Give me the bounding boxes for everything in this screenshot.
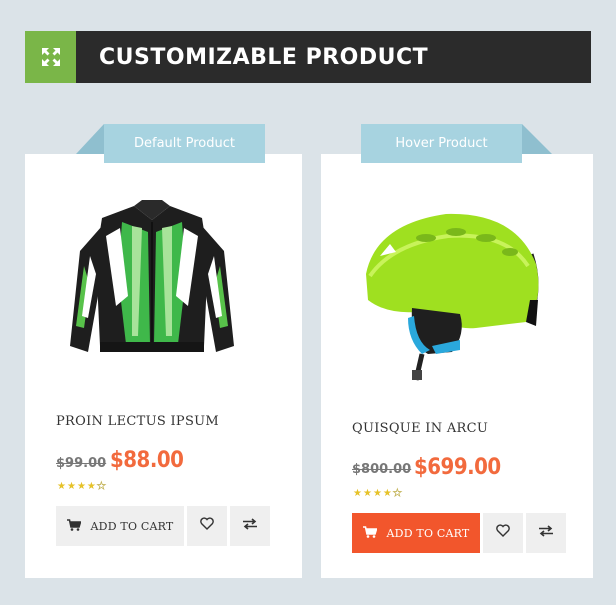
star-icon: ★ (57, 481, 66, 492)
star-empty-icon: ★ (392, 488, 402, 499)
ribbon-default-product: Default Product (104, 124, 265, 163)
rating-stars: ★ ★ ★ ★ ★ (57, 481, 106, 492)
star-icon: ★ (86, 481, 96, 492)
wishlist-button[interactable] (187, 506, 227, 546)
helmet-image[interactable] (356, 204, 552, 389)
jacket-image[interactable] (62, 196, 242, 371)
star-icon: ★ (362, 488, 372, 499)
star-icon: ★ (76, 481, 86, 492)
add-to-cart-button[interactable]: ADD TO CART (352, 513, 480, 553)
section-title: CUSTOMIZABLE PRODUCT (99, 44, 429, 70)
heart-icon (496, 524, 510, 542)
old-price: $99.00 (56, 456, 107, 471)
product-name[interactable]: PROIN LECTUS IPSUM (56, 414, 219, 429)
add-to-cart-button[interactable]: ADD TO CART (56, 506, 184, 546)
heart-icon (200, 517, 214, 535)
compare-button[interactable] (526, 513, 566, 553)
cart-icon (362, 525, 378, 541)
compare-arrows-icon (242, 517, 258, 535)
ribbon-fold-right (522, 124, 552, 154)
ribbon-fold-left (76, 124, 104, 154)
new-price: $88.00 (110, 448, 184, 473)
star-icon: ★ (382, 488, 392, 499)
add-to-cart-label: ADD TO CART (90, 519, 174, 533)
rating-stars: ★ ★ ★ ★ ★ (353, 488, 402, 499)
star-icon: ★ (66, 481, 76, 492)
product-name[interactable]: QUISQUE IN ARCU (352, 421, 488, 436)
ribbon-hover-product: Hover Product (361, 124, 522, 163)
star-empty-icon: ★ (96, 481, 106, 492)
compare-button[interactable] (230, 506, 270, 546)
compare-arrows-icon (538, 524, 554, 542)
wishlist-button[interactable] (483, 513, 523, 553)
star-icon: ★ (353, 488, 362, 499)
section-header: CUSTOMIZABLE PRODUCT (25, 31, 591, 83)
star-icon: ★ (372, 488, 382, 499)
cart-icon (66, 518, 82, 534)
old-price: $800.00 (352, 462, 412, 477)
new-price: $699.00 (414, 455, 501, 480)
expand-arrows-icon (25, 31, 76, 83)
add-to-cart-label: ADD TO CART (386, 526, 470, 540)
